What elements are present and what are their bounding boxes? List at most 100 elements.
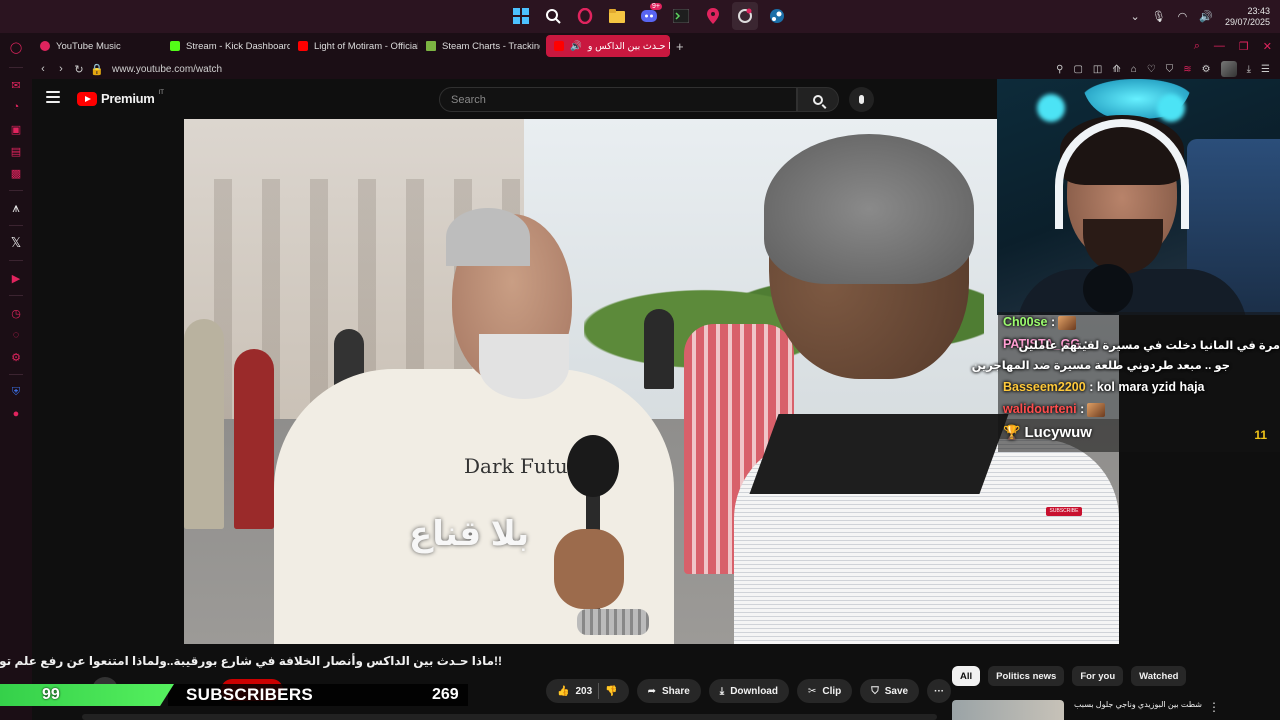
tab-active-video[interactable]: 🔊 ماذا حـدث بين الداكس و — [546, 35, 670, 57]
player-icon[interactable]: ▶ — [0, 267, 32, 289]
download-icon: ⤓ — [719, 685, 725, 697]
streamer-webcam — [997, 79, 1280, 315]
tab-light-of-motiram[interactable]: Light of Motiram - Official — [290, 35, 418, 57]
x-twitter-icon[interactable]: 𝕏 — [0, 232, 32, 254]
save-label: Save — [884, 685, 909, 697]
chat-text: kol mara yzid haja — [1096, 380, 1205, 394]
minimize-icon[interactable]: — — [1214, 40, 1225, 52]
subscribe-watermark[interactable]: SUBSCRIBE — [1046, 507, 1082, 516]
url-field[interactable]: www.youtube.com/watch — [112, 64, 222, 75]
chat-username: Ch00se — [1003, 315, 1048, 329]
mail-icon[interactable]: ✉ — [0, 74, 32, 96]
video-caption-watermark: بلا قناع — [409, 515, 530, 553]
sidebar-divider — [9, 295, 23, 296]
forward-icon[interactable]: › — [52, 63, 70, 75]
chat-bubble-icon[interactable]: ◌ — [0, 324, 32, 346]
chip-politics-news[interactable]: Politics news — [988, 666, 1065, 686]
like-icon[interactable]: 👍 — [557, 686, 569, 697]
back-icon[interactable]: ‹ — [34, 63, 52, 75]
new-tab-button[interactable]: + — [676, 39, 684, 54]
kick-icon[interactable]: ⩚ — [0, 197, 32, 219]
wifi-icon[interactable]: ◠ — [1178, 10, 1188, 23]
top-chatter: 🏆 Lucywuw — [1003, 424, 1092, 441]
pin-icon[interactable]: ⚲ — [1056, 64, 1063, 75]
sidebar-divider — [9, 225, 23, 226]
tab-label: ماذا حـدث بين الداكس و — [587, 40, 670, 52]
more-actions-button[interactable]: ··· — [927, 679, 952, 703]
video-player[interactable]: Dark Futu بلا قناع — [184, 119, 1119, 644]
dislike-icon[interactable]: 👎 — [605, 686, 617, 697]
terminal-icon[interactable] — [668, 2, 694, 30]
map-pin-icon[interactable] — [700, 2, 726, 30]
top-chatter-name: Lucywuw — [1024, 424, 1092, 441]
like-count[interactable]: 203 — [575, 686, 592, 697]
screenshot-icon[interactable]: ▢ — [1073, 64, 1082, 75]
opera-gx-active-icon[interactable] — [732, 2, 758, 30]
vpn-icon[interactable]: ⌂ — [1131, 64, 1137, 75]
recommendation-title[interactable]: شطت بين البوزيدي وناجي جلول بسبب — [1072, 700, 1202, 710]
search-button[interactable] — [797, 87, 839, 112]
gamepad-icon[interactable]: ▤ — [0, 140, 32, 162]
bitwarden-icon[interactable]: ⛨ — [0, 381, 32, 403]
tab-steam-charts[interactable]: Steam Charts - Tracking — [418, 35, 540, 57]
file-explorer-icon[interactable] — [604, 2, 630, 30]
chip-for-you[interactable]: For you — [1072, 666, 1124, 686]
opera-gx-icon[interactable] — [572, 2, 598, 30]
share-button[interactable]: ➦ Share — [636, 679, 701, 703]
page-scroll-strip — [82, 714, 937, 720]
menu-icon[interactable]: ☰ — [1261, 64, 1270, 75]
tab-kick-dashboard[interactable]: Stream - Kick Dashboard — [162, 35, 290, 57]
maximize-icon[interactable]: ❐ — [1239, 40, 1249, 53]
chat-username: Basseem2200 — [1003, 380, 1086, 394]
clock[interactable]: 23:43 29/07/2025 — [1225, 6, 1270, 28]
settings-icon[interactable]: ⚙ — [0, 346, 32, 368]
windows-start-icon[interactable] — [508, 2, 534, 30]
mic-tray-icon[interactable]: 🎙 — [1152, 10, 1166, 23]
subscriber-count: 99 — [42, 686, 60, 703]
sidebar-divider — [9, 260, 23, 261]
history-icon[interactable]: ◷ — [0, 302, 32, 324]
emote-icon — [1058, 315, 1077, 330]
recommendation-thumbnail[interactable] — [952, 700, 1064, 720]
close-icon[interactable]: ✕ — [1263, 40, 1272, 53]
gx-corner-icon[interactable]: ◔ — [0, 96, 32, 118]
twitch-icon[interactable]: ▣ — [0, 118, 32, 140]
search-icon[interactable] — [540, 2, 566, 30]
bystander — [184, 319, 224, 529]
volume-icon[interactable]: 🔊 — [1199, 10, 1213, 23]
tab-label: YouTube Music — [56, 40, 121, 52]
chip-all[interactable]: All — [952, 666, 981, 686]
download-icon[interactable]: ⤓ — [1247, 64, 1251, 75]
save-button[interactable]: ⛉ Save — [860, 679, 920, 703]
translate-icon[interactable]: ⟰ — [1112, 64, 1120, 75]
discord-icon[interactable]: 9+ — [636, 2, 662, 30]
more-vertical-icon[interactable]: ⋮ — [1208, 700, 1220, 714]
lock-icon[interactable]: 🔒 — [88, 63, 106, 76]
steam-icon[interactable] — [764, 2, 790, 30]
download-button[interactable]: ⤓ Download — [708, 679, 789, 703]
ublock-icon[interactable]: ● — [0, 403, 32, 425]
taskbar-apps: 9+ — [508, 2, 790, 30]
youtube-logo[interactable]: Premium IT — [77, 90, 164, 106]
tab-youtube-music[interactable]: YouTube Music — [32, 35, 162, 57]
browser-sidebar: ◯ ✉ ◔ ▣ ▤ ▩ ⩚ 𝕏 ▶ ◷ ◌ ⚙ ⛨ ● — [0, 33, 32, 720]
heart-icon[interactable]: ♡ — [1147, 64, 1156, 75]
clip-button[interactable]: ✂ Clip — [796, 679, 853, 703]
voice-search-button[interactable] — [849, 87, 874, 112]
extensions-icon[interactable]: ≋ — [1183, 64, 1191, 75]
opera-menu-icon[interactable]: ◯ — [0, 33, 32, 61]
bystander — [234, 349, 274, 529]
camera-icon[interactable]: ◫ — [1093, 64, 1102, 75]
puzzle-icon[interactable]: ⚙ — [1202, 64, 1211, 75]
chip-watched[interactable]: Watched — [1131, 666, 1187, 686]
reload-icon[interactable]: ↻ — [70, 63, 88, 76]
man-hair — [446, 208, 530, 266]
search-tabs-icon[interactable]: ⌕ — [1194, 40, 1200, 53]
profile-avatar[interactable] — [1220, 61, 1237, 77]
search-input[interactable]: Search — [439, 87, 797, 112]
shield-icon[interactable]: ⛉ — [1166, 64, 1174, 75]
chevron-up-icon[interactable]: ⌄ — [1130, 10, 1139, 23]
chat-text-rtl: مرة في المانيا دخلت في مسيرة لقيتهم عامل… — [1018, 340, 1280, 352]
hamburger-menu-icon[interactable] — [46, 91, 60, 103]
music-icon[interactable]: ▩ — [0, 162, 32, 184]
